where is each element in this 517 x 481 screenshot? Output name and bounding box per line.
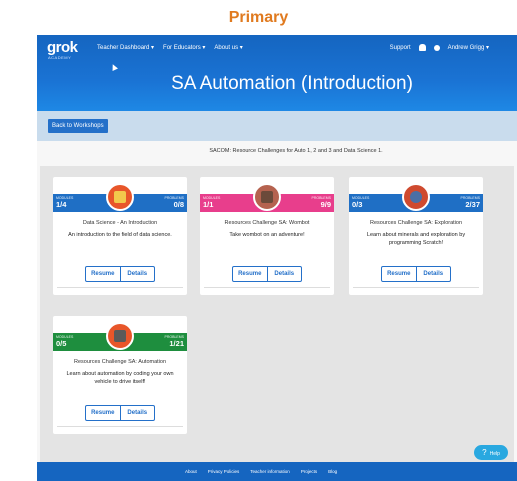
subheader-bar: Back to Workshops: [37, 111, 517, 141]
card-divider: [57, 426, 183, 427]
card-description: Learn about minerals and exploration by …: [366, 232, 466, 246]
course-badge-icon: [253, 183, 281, 211]
modules-label: MODULES: [56, 196, 74, 200]
browser-frame: grok ACADEMY Teacher Dashboard ▾ For Edu…: [37, 35, 517, 481]
card-divider: [57, 287, 183, 288]
workshop-intro-text: SACOM: Resource Challenges for Auto 1, 2…: [209, 148, 383, 154]
footer-projects[interactable]: Projects: [301, 469, 317, 474]
card-actions: Resume Details: [232, 266, 302, 282]
footer-teacher-info[interactable]: Teacher information: [250, 469, 290, 474]
top-navbar: grok ACADEMY Teacher Dashboard ▾ For Edu…: [37, 35, 517, 111]
page-title: SA Automation (Introduction): [37, 73, 517, 95]
badge-emblem: [114, 330, 126, 342]
badge-emblem: [410, 191, 422, 203]
page-title-text: SA Automation (Introduction): [171, 73, 413, 94]
card-description: Take wombot on an adventure!: [229, 232, 305, 238]
course-card: MODULES 1/4 PROBLEMS 0/8 Data Science - …: [53, 177, 187, 295]
screenshot-root: Primary grok ACADEMY Teacher Dashboard ▾…: [0, 0, 517, 481]
problems-value: 2/37: [465, 200, 480, 209]
nav-right: Support Andrew Grigg ▾: [390, 44, 489, 51]
footer-privacy[interactable]: Privacy Policies: [208, 469, 240, 474]
course-card: MODULES 0/5 PROBLEMS 1/21 Resources Chal…: [53, 316, 187, 434]
card-description: Learn about automation by coding your ow…: [66, 371, 174, 385]
card-actions: Resume Details: [381, 266, 451, 282]
footer-about[interactable]: About: [185, 469, 197, 474]
resume-button[interactable]: Resume: [382, 267, 416, 281]
modules-stat: MODULES 1/1: [203, 196, 220, 209]
resume-button[interactable]: Resume: [86, 406, 120, 420]
grok-logo-subtitle: ACADEMY: [48, 55, 72, 60]
modules-value: 0/5: [56, 339, 67, 348]
card-title: Resources Challenge SA: Wombot: [224, 220, 310, 226]
help-icon: ?: [482, 448, 487, 457]
nav-for-educators[interactable]: For Educators ▾: [163, 44, 205, 51]
details-button[interactable]: Details: [119, 406, 155, 420]
modules-value: 1/1: [203, 200, 214, 209]
modules-stat: MODULES 0/3: [352, 196, 369, 209]
card-title: Data Science - An Introduction: [82, 220, 158, 226]
course-card: MODULES 0/3 PROBLEMS 2/37 Resources Chal…: [349, 177, 483, 295]
course-grid: MODULES 1/4 PROBLEMS 0/8 Data Science - …: [40, 166, 514, 462]
card-actions: Resume Details: [85, 405, 155, 421]
problems-label: PROBLEMS: [311, 196, 331, 200]
modules-value: 1/4: [56, 200, 67, 209]
back-to-workshops-button[interactable]: Back to Workshops: [48, 119, 108, 133]
modules-label: MODULES: [56, 335, 74, 339]
problems-stat: PROBLEMS 1/21: [165, 335, 184, 348]
badge-emblem: [261, 191, 273, 203]
course-badge-icon: [106, 322, 134, 350]
details-button[interactable]: Details: [415, 267, 451, 281]
nav-about-us[interactable]: About us ▾: [214, 44, 242, 51]
nav-support[interactable]: Support: [390, 45, 411, 51]
card-description: An introduction to the field of data sci…: [68, 232, 172, 238]
course-badge-icon: [106, 183, 134, 211]
footer-links: About Privacy Policies Teacher informati…: [185, 469, 337, 474]
card-divider: [353, 287, 479, 288]
nav-teacher-dashboard[interactable]: Teacher Dashboard ▾: [97, 44, 154, 51]
primary-heading: Primary: [228, 9, 289, 26]
modules-label: MODULES: [203, 196, 221, 200]
card-title: Resources Challenge SA: Automation: [73, 359, 167, 365]
footer-blog[interactable]: Blog: [328, 469, 337, 474]
course-badge-icon: [402, 183, 430, 211]
problems-label: PROBLEMS: [460, 196, 480, 200]
card-actions: Resume Details: [85, 266, 155, 282]
resume-button[interactable]: Resume: [233, 267, 267, 281]
nav-links: Teacher Dashboard ▾ For Educators ▾ Abou…: [97, 44, 243, 51]
grok-logo[interactable]: grok: [47, 39, 78, 56]
modules-stat: MODULES 1/4: [56, 196, 73, 209]
modules-value: 0/3: [352, 200, 363, 209]
modules-label: MODULES: [352, 196, 370, 200]
bell-icon[interactable]: [418, 44, 426, 51]
badge-emblem: [114, 191, 126, 203]
details-button[interactable]: Details: [266, 267, 302, 281]
card-title: Resources Challenge SA: Exploration: [369, 220, 463, 226]
problems-label: PROBLEMS: [164, 196, 184, 200]
mouse-cursor-icon: [110, 63, 118, 71]
problems-label: PROBLEMS: [164, 335, 184, 339]
workshop-intro: SACOM: Resource Challenges for Auto 1, 2…: [37, 148, 517, 154]
problems-value: 9/9: [320, 200, 331, 209]
user-icon: [433, 44, 440, 51]
problems-stat: PROBLEMS 9/9: [312, 196, 331, 209]
details-button[interactable]: Details: [119, 267, 155, 281]
modules-stat: MODULES 0/5: [56, 335, 73, 348]
problems-value: 1/21: [169, 339, 184, 348]
course-card: MODULES 1/1 PROBLEMS 9/9 Resources Chall…: [200, 177, 334, 295]
card-divider: [204, 287, 330, 288]
problems-stat: PROBLEMS 0/8: [165, 196, 184, 209]
nav-user-menu[interactable]: Andrew Grigg ▾: [448, 44, 489, 51]
footer: About Privacy Policies Teacher informati…: [37, 462, 517, 481]
problems-value: 0/8: [173, 200, 184, 209]
problems-stat: PROBLEMS 2/37: [461, 196, 480, 209]
resume-button[interactable]: Resume: [86, 267, 120, 281]
help-label: Help: [489, 451, 500, 457]
help-button[interactable]: ? Help: [474, 445, 508, 460]
